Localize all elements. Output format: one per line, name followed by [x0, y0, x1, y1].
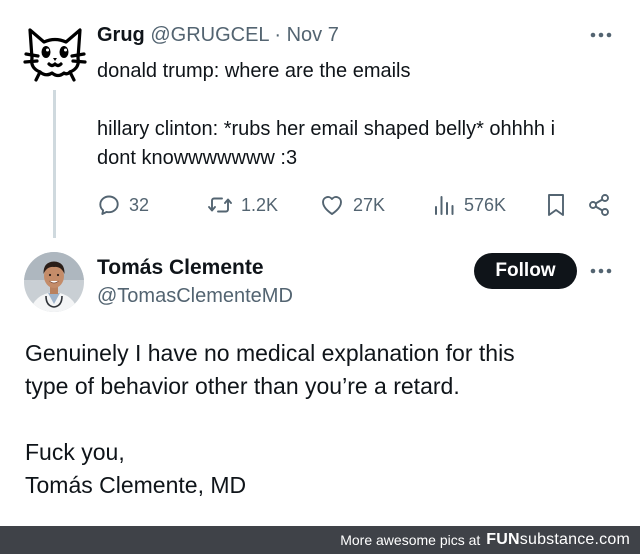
retweet-button[interactable]: 1.2K	[207, 190, 278, 220]
more-options-icon[interactable]	[588, 28, 614, 42]
tweet-grug: Grug @GRUGCEL · Nov 7 donald trump: wher…	[0, 0, 640, 238]
author-name[interactable]: Tomás Clemente	[97, 256, 264, 280]
views-button[interactable]: 576K	[432, 190, 506, 220]
tweet-text-line: dont knowwwwwww :3	[97, 147, 298, 169]
view-count: 576K	[464, 194, 507, 215]
tweet-action-bar: 32 1.2K 27K 576K	[97, 190, 627, 220]
like-count: 27K	[353, 194, 386, 215]
thread-connector-line	[53, 90, 56, 238]
author-handle[interactable]: @TomasClementeMD	[97, 285, 293, 308]
more-options-icon[interactable]	[588, 264, 614, 278]
watermark-bar: More awesome pics at FUNsubstance.com	[0, 526, 640, 554]
retweet-icon	[208, 197, 232, 213]
header-separator: ·	[274, 24, 282, 46]
tweet-header: Grug @GRUGCEL · Nov 7	[97, 22, 339, 48]
follow-button[interactable]: Follow	[474, 253, 577, 289]
analytics-icon	[435, 196, 454, 215]
author-handle[interactable]: @GRUGCEL	[150, 24, 268, 46]
tweet-text-line: type of behavior other than you’re a ret…	[25, 373, 460, 399]
tweet-text-line: hillary clinton: *rubs her email shaped …	[97, 118, 556, 140]
heart-icon	[322, 196, 342, 215]
watermark-text: More awesome pics at	[340, 532, 481, 548]
watermark-brand-fun: FUN	[486, 531, 520, 548]
bookmark-icon	[548, 194, 564, 216]
like-button[interactable]: 27K	[319, 190, 385, 220]
tweet-text-line: Fuck you,	[25, 439, 125, 465]
bookmark-button[interactable]	[545, 190, 567, 220]
retweet-count: 1.2K	[241, 194, 279, 215]
avatar[interactable]	[24, 252, 84, 312]
watermark-brand: FUNsubstance.com	[486, 531, 630, 549]
share-button[interactable]	[587, 190, 611, 220]
tweet-body: Genuinely I have no medical explanation …	[25, 337, 625, 502]
reply-count: 32	[129, 194, 150, 215]
share-icon	[589, 194, 609, 216]
tweet-body: donald trump: where are the emails hilla…	[97, 57, 627, 173]
author-name[interactable]: Grug	[97, 24, 145, 46]
tweet-text-line: Tomás Clemente, MD	[25, 472, 247, 498]
cat-doodle-avatar-icon[interactable]	[22, 22, 88, 84]
reply-button[interactable]: 32	[97, 190, 149, 220]
tweet-text-line: donald trump: where are the emails	[97, 60, 411, 82]
tweet-text-line: Genuinely I have no medical explanation …	[25, 340, 515, 366]
tweet-date[interactable]: Nov 7	[287, 24, 339, 46]
reply-icon	[99, 195, 119, 215]
watermark-brand-rest: substance.com	[519, 531, 630, 548]
